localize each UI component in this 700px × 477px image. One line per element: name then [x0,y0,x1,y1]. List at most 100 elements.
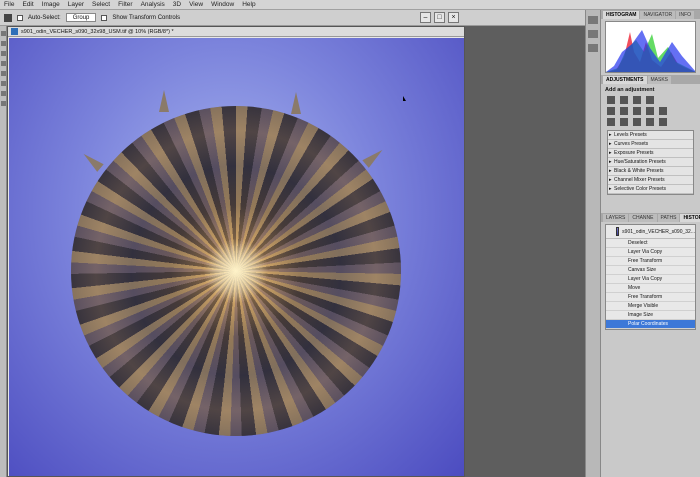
window-controls: – □ × [420,12,459,23]
tool-icon[interactable] [1,101,6,106]
history-item[interactable]: Canvas Size [606,266,695,275]
posterize-icon[interactable] [620,118,628,126]
tool-icon[interactable] [1,91,6,96]
document-tab[interactable]: s901_odin_VECHER_s090_32x98_USM.tif @ 10… [8,27,464,37]
adjustment-icons-row [607,107,694,115]
histogram-graph [605,21,696,73]
history-snapshot[interactable]: s901_odin_VECHER_s090_32... [606,225,695,239]
layers-dock-icon[interactable] [588,44,598,52]
history-item[interactable]: Layer Via Copy [606,275,695,284]
menu-edit[interactable]: Edit [22,1,33,8]
image-canvas[interactable] [9,38,464,476]
cursor-icon [403,96,406,101]
snapshot-label: s901_odin_VECHER_s090_32... [622,228,695,235]
tab-adjustments[interactable]: ADJUSTMENTS [603,76,647,84]
tab-histogram[interactable]: HISTOGRAM [603,11,640,19]
tab-masks[interactable]: MASKS [647,76,672,84]
transform-controls-label: Show Transform Controls [112,14,181,21]
tab-info[interactable]: INFO [676,11,695,19]
levels-icon[interactable] [620,96,628,104]
adjustment-icons-row [607,118,694,126]
close-button[interactable]: × [448,12,459,23]
menu-analysis[interactable]: Analysis [141,1,165,8]
history-item[interactable]: Merge Visible [606,302,695,311]
adjustments-title: Add an adjustment [605,87,655,93]
tab-layers[interactable]: LAYERS [603,214,629,222]
adjustment-presets-list: Levels Presets Curves Presets Exposure P… [607,130,694,195]
history-item[interactable]: Deselect [606,239,695,248]
gradient-map-icon[interactable] [646,118,654,126]
history-item[interactable]: Move [606,284,695,293]
auto-select-label: Auto-Select: [28,14,61,21]
brightness-icon[interactable] [607,96,615,104]
preset-item[interactable]: Black & White Presets [608,167,693,176]
history-item-selected[interactable]: Polar Coordinates [606,320,695,329]
adjustments-dock-icon[interactable] [588,30,598,38]
history-item[interactable]: Free Transform [606,293,695,302]
invert-icon[interactable] [607,118,615,126]
black-white-icon[interactable] [646,107,654,115]
history-panel-tabs: LAYERS CHANNE PATHS HISTORY [601,213,700,222]
preset-item[interactable]: Levels Presets [608,131,693,140]
curves-icon[interactable] [633,96,641,104]
menu-view[interactable]: View [189,1,203,8]
menu-3d[interactable]: 3D [173,1,181,8]
tab-channels[interactable]: CHANNE [629,214,657,222]
minimize-button[interactable]: – [420,12,431,23]
workspace-background [465,26,585,477]
panel-dock-icons [585,10,600,477]
color-balance-icon[interactable] [633,107,641,115]
adjustment-icons-row [607,96,694,104]
preset-item[interactable]: Exposure Presets [608,149,693,158]
menu-bar: File Edit Image Layer Select Filter Anal… [0,0,700,10]
menu-file[interactable]: File [4,1,14,8]
menu-image[interactable]: Image [42,1,60,8]
history-item[interactable]: Image Size [606,311,695,320]
history-item[interactable]: Free Transform [606,257,695,266]
tab-paths[interactable]: PATHS [657,214,680,222]
menu-help[interactable]: Help [242,1,255,8]
preset-item[interactable]: Channel Mixer Presets [608,176,693,185]
preset-item[interactable]: Hue/Saturation Presets [608,158,693,167]
panel-footer [601,199,700,213]
exposure-icon[interactable] [646,96,654,104]
selective-color-icon[interactable] [659,118,667,126]
menu-filter[interactable]: Filter [118,1,132,8]
auto-select-dropdown[interactable]: Group [65,13,97,22]
maximize-button[interactable]: □ [434,12,445,23]
skyscraper-spire [291,92,301,114]
skyscraper-spire [159,90,169,112]
hue-saturation-icon[interactable] [620,107,628,115]
snapshot-thumbnail [616,227,620,236]
preset-item[interactable]: Selective Color Presets [608,185,693,194]
menu-select[interactable]: Select [92,1,110,8]
tool-icon[interactable] [1,41,6,46]
tiny-planet-image [71,106,401,436]
tab-navigator[interactable]: NAVIGATOR [640,11,676,19]
document-title: s901_odin_VECHER_s090_32x98_USM.tif @ 10… [21,28,174,35]
tab-history[interactable]: HISTORY [680,214,700,222]
preset-item[interactable]: Curves Presets [608,140,693,149]
move-tool-icon[interactable] [4,13,12,22]
history-list: s901_odin_VECHER_s090_32... Deselect Lay… [605,224,696,330]
tool-icon[interactable] [1,81,6,86]
histogram-panel-tabs: HISTOGRAM NAVIGATOR INFO [601,10,700,19]
ps-doc-icon [11,28,18,35]
transform-controls-checkbox[interactable] [101,14,108,21]
menu-window[interactable]: Window [211,1,234,8]
options-bar: Auto-Select: Group Show Transform Contro… [0,10,585,26]
histogram-dock-icon[interactable] [588,16,598,24]
tool-icon[interactable] [1,71,6,76]
tools-panel [0,26,7,477]
document-window: s901_odin_VECHER_s090_32x98_USM.tif @ 10… [7,26,465,477]
tool-icon[interactable] [1,61,6,66]
vibrance-icon[interactable] [607,107,615,115]
menu-layer[interactable]: Layer [68,1,84,8]
tool-icon[interactable] [1,31,6,36]
skyscraper-spire [362,146,386,168]
history-item[interactable]: Layer Via Copy [606,248,695,257]
photo-filter-icon[interactable] [659,107,667,115]
auto-select-checkbox[interactable] [17,14,23,21]
tool-icon[interactable] [1,51,6,56]
threshold-icon[interactable] [633,118,641,126]
